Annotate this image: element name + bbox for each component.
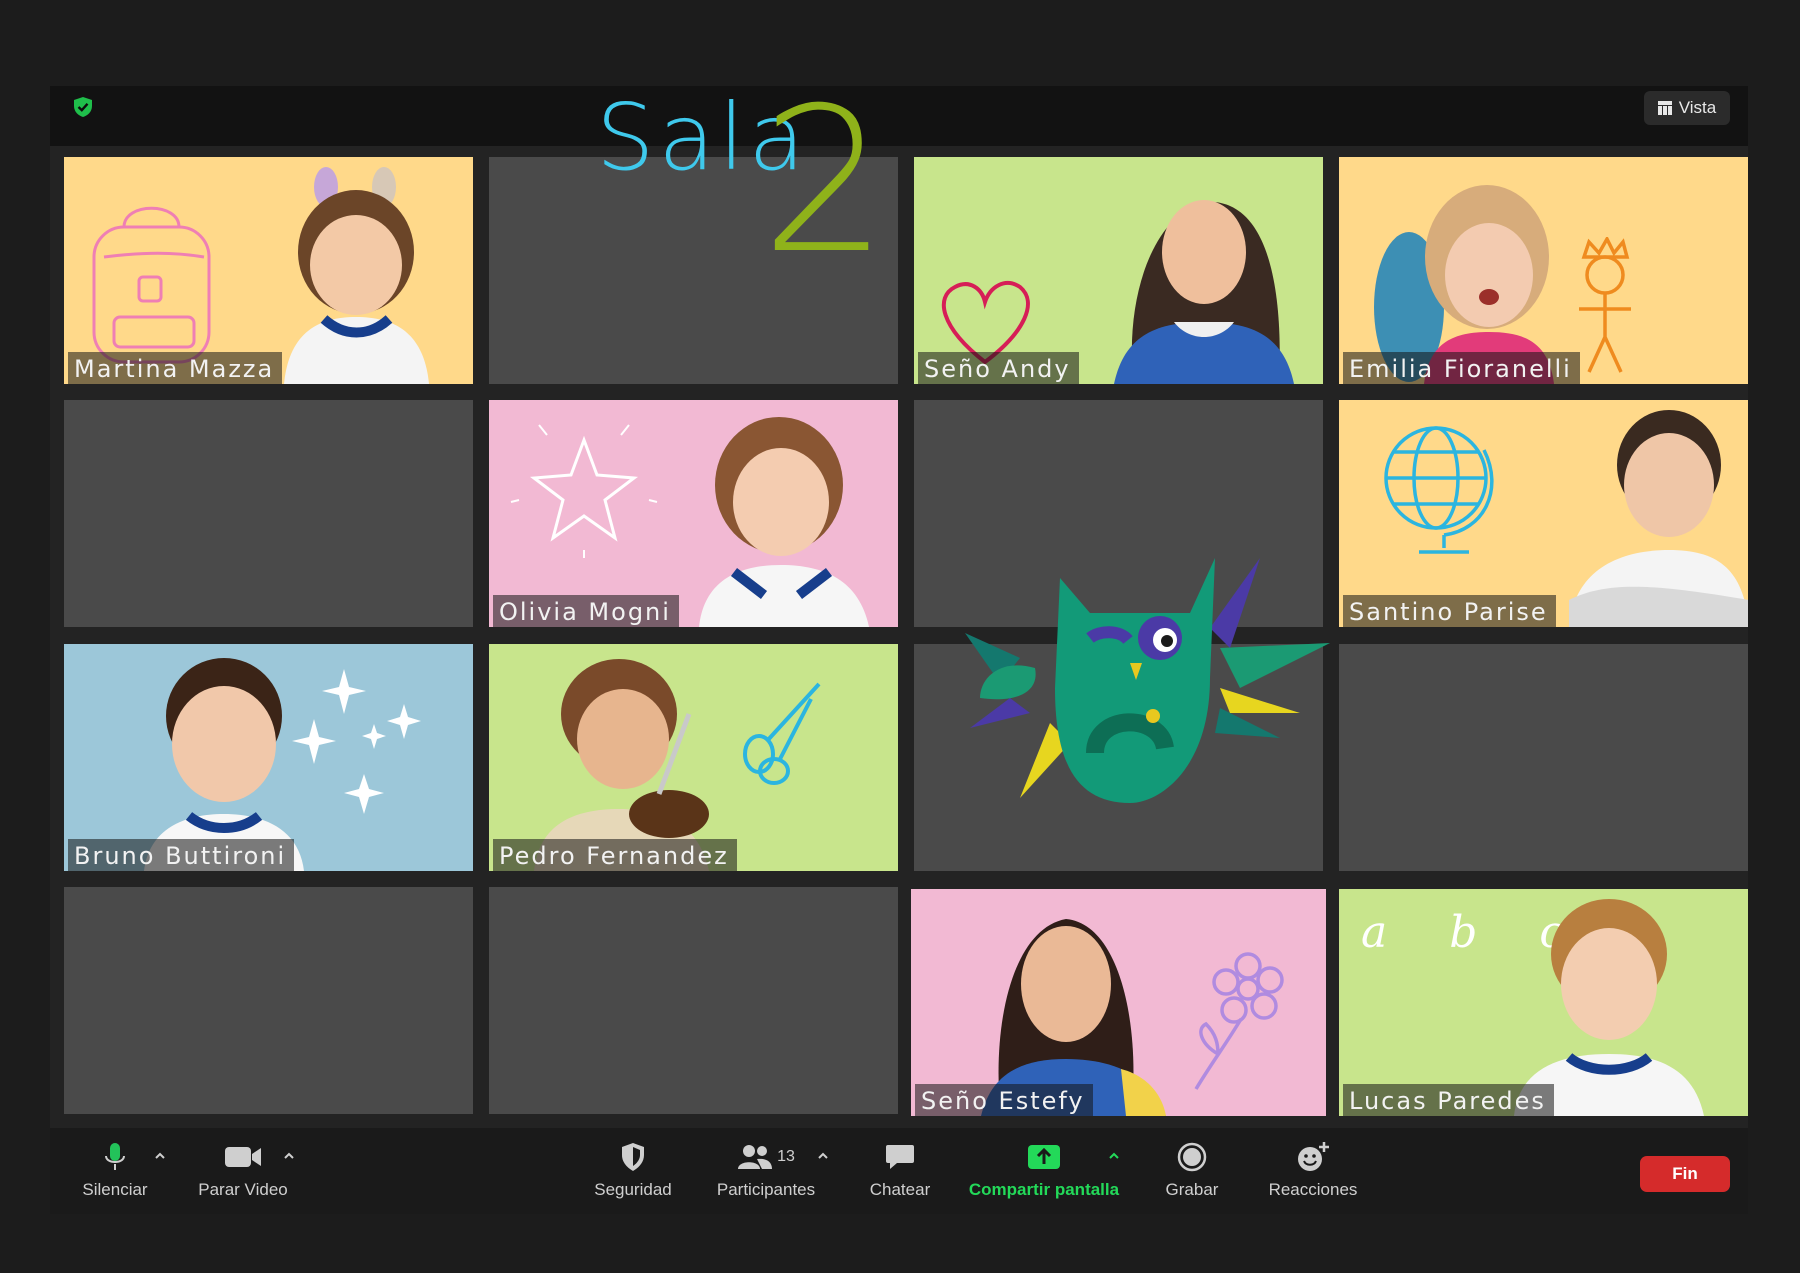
meeting-top-bar (50, 86, 1748, 146)
room-number: 2 (761, 100, 888, 270)
participant-name: Pedro Fernandez (493, 839, 737, 871)
video-tile-emilia[interactable]: Emilia Fioranelli (1339, 157, 1748, 384)
video-tile-seno-andy[interactable]: Seño Andy (914, 157, 1323, 384)
record-button[interactable]: Grabar (1152, 1140, 1232, 1200)
star-doodle (510, 424, 658, 558)
teacher-participant-image (981, 919, 1166, 1116)
participants-label: Participantes (716, 1180, 816, 1199)
end-meeting-button[interactable]: Fin (1640, 1156, 1730, 1192)
video-tile-pedro[interactable]: Pedro Fernandez (489, 644, 898, 871)
participant-name: Bruno Buttironi (68, 839, 295, 871)
participant-name: Lucas Paredes (1343, 1084, 1554, 1116)
empty-tile (64, 400, 473, 627)
flower-doodle (1194, 952, 1284, 1090)
chat-label: Chatear (869, 1180, 931, 1199)
chevron-up-icon[interactable] (817, 1150, 829, 1162)
view-button[interactable]: Vista (1644, 91, 1730, 125)
empty-tile (1339, 644, 1748, 871)
child-participant-image (1569, 410, 1748, 627)
grid-view-icon (1657, 101, 1672, 115)
mute-button[interactable]: Silenciar (78, 1140, 152, 1200)
video-tile-santino[interactable]: Santino Parise (1339, 400, 1748, 627)
child-participant-image (534, 659, 709, 871)
chat-button[interactable]: Chatear (860, 1140, 940, 1200)
empty-tile (489, 887, 898, 1114)
participants-count: 13 (777, 1148, 795, 1165)
child-participant-image (1374, 185, 1554, 384)
participant-name: Emilia Fioranelli (1343, 352, 1580, 384)
participant-name: Olivia Mogni (493, 595, 679, 627)
stop-video-label: Parar Video (198, 1180, 288, 1199)
participant-name: Seño Estefy (915, 1084, 1093, 1116)
share-screen-button[interactable]: Compartir pantalla (966, 1140, 1122, 1200)
chat-bubble-icon (886, 1145, 914, 1169)
chevron-up-icon[interactable] (154, 1150, 166, 1162)
video-tile-bruno[interactable]: Bruno Buttironi (64, 644, 473, 871)
child-participant-image (144, 658, 304, 871)
shield-check-icon[interactable] (72, 96, 94, 118)
child-participant-image (699, 417, 869, 627)
owl-mascot-logo (965, 558, 1330, 803)
record-icon (1177, 1142, 1207, 1172)
security-label: Seguridad (594, 1180, 672, 1199)
chevron-up-icon[interactable] (283, 1150, 295, 1162)
participants-button[interactable]: 13 Participantes (710, 1140, 822, 1200)
security-button[interactable]: Seguridad (588, 1140, 678, 1200)
video-tile-seno-estefy[interactable]: Seño Estefy (911, 889, 1326, 1116)
scissors-doodle (743, 682, 821, 785)
shield-icon (622, 1143, 644, 1171)
video-camera-icon (225, 1147, 261, 1167)
participant-name: Martina Mazza (68, 352, 283, 384)
globe-doodle (1384, 426, 1494, 554)
chevron-up-icon[interactable] (1108, 1150, 1120, 1162)
record-label: Grabar (1165, 1180, 1219, 1199)
mute-label: Silenciar (82, 1180, 148, 1199)
empty-tile (64, 887, 473, 1114)
svg-text:2: 2 (761, 100, 888, 270)
child-participant-image (1514, 899, 1704, 1116)
reactions-label: Reacciones (1268, 1180, 1358, 1199)
share-screen-label: Compartir pantalla (968, 1180, 1120, 1199)
video-tile-martina[interactable]: Martina Mazza (64, 157, 473, 384)
participant-name: Santino Parise (1343, 595, 1556, 627)
child-participant-image (284, 167, 429, 384)
teacher-participant-image (1114, 200, 1294, 384)
view-button-label: Vista (1678, 98, 1717, 117)
microphone-icon (105, 1143, 125, 1170)
emoji-add-icon (1298, 1142, 1329, 1171)
participants-icon (738, 1145, 773, 1169)
video-tile-olivia[interactable]: Olivia Mogni (489, 400, 898, 627)
participant-name: Seño Andy (918, 352, 1079, 384)
reactions-button[interactable]: Reacciones (1262, 1140, 1364, 1200)
share-screen-icon (1028, 1145, 1060, 1169)
stop-video-button[interactable]: Parar Video (190, 1140, 296, 1200)
backpack-doodle (92, 206, 211, 364)
video-tile-lucas[interactable]: a b c f Lucas Paredes (1339, 889, 1748, 1116)
